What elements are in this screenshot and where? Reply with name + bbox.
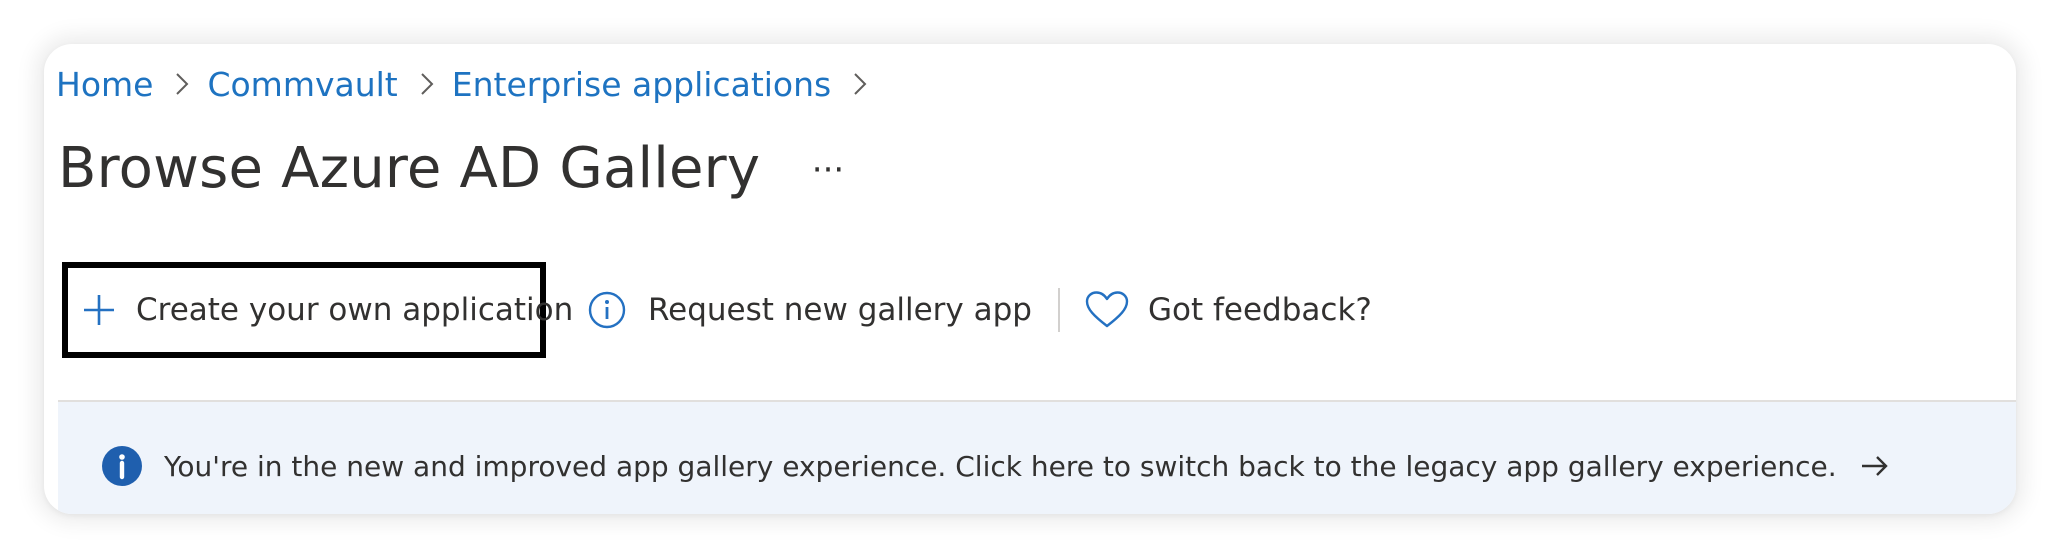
chevron-right-icon xyxy=(175,72,189,96)
page-title: Browse Azure AD Gallery xyxy=(58,135,761,201)
request-gallery-app-label: Request new gallery app xyxy=(648,292,1032,328)
chevron-right-icon xyxy=(420,72,434,96)
more-options-label: ··· xyxy=(811,150,845,190)
banner-message: You're in the new and improved app galle… xyxy=(164,449,1837,483)
more-options-button[interactable]: ··· xyxy=(806,140,850,200)
breadcrumb-item-commvault[interactable]: Commvault xyxy=(207,65,397,104)
legacy-gallery-banner[interactable]: You're in the new and improved app galle… xyxy=(58,402,2016,514)
breadcrumb: Home Commvault Enterprise applications xyxy=(56,58,885,110)
page-card: Home Commvault Enterprise applications B… xyxy=(44,44,2016,514)
heart-icon xyxy=(1084,289,1130,331)
feedback-button[interactable]: Got feedback? xyxy=(1084,260,1372,360)
info-filled-icon xyxy=(100,444,144,488)
info-circle-icon xyxy=(586,289,628,331)
toolbar-divider xyxy=(1058,288,1060,332)
request-gallery-app-button[interactable]: Request new gallery app xyxy=(586,260,1032,360)
plus-icon xyxy=(82,292,116,328)
feedback-label: Got feedback? xyxy=(1148,292,1372,328)
chevron-right-icon xyxy=(853,72,867,96)
breadcrumb-item-enterprise-applications[interactable]: Enterprise applications xyxy=(452,65,831,104)
create-own-application-label: Create your own application xyxy=(136,292,574,328)
arrow-right-icon xyxy=(1857,448,1893,484)
breadcrumb-item-home[interactable]: Home xyxy=(56,65,153,104)
create-own-application-button[interactable]: Create your own application xyxy=(62,262,573,358)
command-bar: Create your own application Request new … xyxy=(58,260,2016,400)
